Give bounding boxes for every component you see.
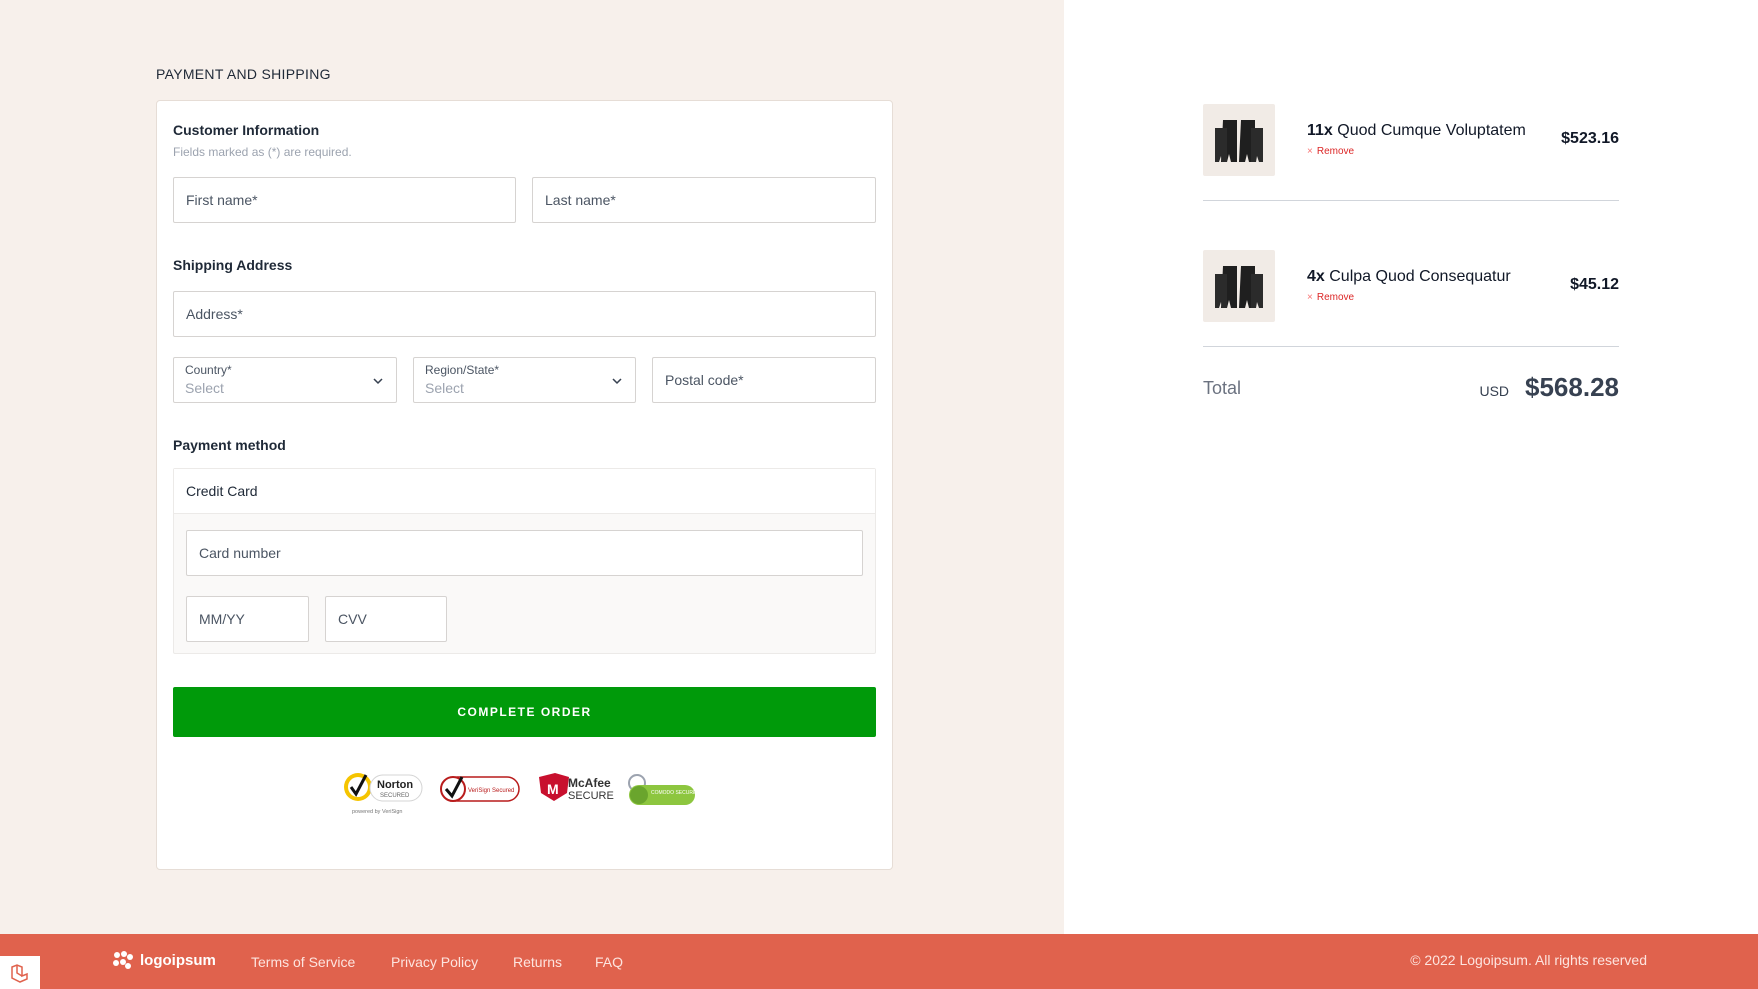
privacy-link[interactable]: Privacy Policy — [391, 954, 478, 970]
total-currency: USD — [1479, 383, 1510, 399]
verisign-badge-icon: VeriSign Secured — [440, 776, 520, 802]
remove-x-icon: × — [1307, 292, 1313, 303]
chevron-down-icon — [373, 378, 383, 385]
item-price: $523.16 — [1561, 130, 1619, 147]
checkout-form-pane: PAYMENT AND SHIPPING Customer Informatio… — [0, 0, 1064, 934]
region-value: Select — [425, 380, 464, 396]
country-label: Country* — [185, 363, 232, 377]
first-name-field[interactable]: First name* — [173, 177, 516, 223]
norton-label: Norton — [377, 779, 413, 791]
laravel-icon — [0, 956, 40, 989]
cvv-field[interactable]: CVV — [325, 596, 447, 642]
norton-sub: SECURED — [380, 793, 410, 799]
remove-x-icon: × — [1307, 146, 1313, 157]
remove-item-button[interactable]: × Remove — [1307, 146, 1354, 157]
item-quantity: 11x — [1307, 122, 1333, 139]
remove-item-button[interactable]: × Remove — [1307, 292, 1354, 303]
item-quantity: 4x — [1307, 268, 1325, 285]
customer-heading: Customer Information — [173, 122, 320, 138]
total-value: USD $568.28 — [1479, 372, 1619, 403]
total-label: Total — [1203, 378, 1242, 398]
region-label: Region/State* — [425, 363, 500, 377]
total-amount: $568.28 — [1525, 372, 1619, 402]
logoipsum-logo-icon — [113, 951, 133, 969]
mcafee-badge-icon: M McAfee SECURE — [539, 773, 614, 802]
logo-text: logoipsum — [140, 951, 216, 969]
last-name-field[interactable]: Last name* — [532, 177, 876, 223]
security-badges: Norton SECURED powered by VeriSign VeriS… — [344, 773, 697, 815]
postal-code-field[interactable]: Postal code* — [652, 357, 876, 403]
country-select[interactable]: Country* Select — [173, 357, 397, 403]
credit-card-option[interactable]: Credit Card — [174, 469, 875, 514]
section-title: PAYMENT AND SHIPPING — [156, 66, 331, 82]
mcafee-label: McAfee — [568, 776, 611, 790]
verisign-label: VeriSign Secured — [468, 788, 514, 794]
returns-link[interactable]: Returns — [513, 954, 562, 970]
footer-logo[interactable]: logoipsum — [112, 950, 216, 970]
item-title: Culpa Quod Consequatur — [1329, 268, 1511, 285]
faq-link[interactable]: FAQ — [595, 954, 623, 970]
norton-badge-icon: Norton SECURED powered by VeriSign — [344, 773, 423, 815]
copyright: © 2022 Logoipsum. All rights reserved — [1410, 952, 1647, 968]
svg-text:M: M — [547, 781, 559, 797]
item-price: $45.12 — [1570, 276, 1619, 293]
order-item: 4x Culpa Quod Consequatur × Remove $45.12 — [1203, 250, 1619, 322]
payment-method-box: Credit Card Card number MM/YY CVV — [173, 468, 876, 654]
region-select[interactable]: Region/State* Select — [413, 357, 636, 403]
comodo-label: COMODO SECURE — [651, 790, 697, 796]
country-value: Select — [185, 380, 224, 396]
required-hint: Fields marked as (*) are required. — [173, 145, 352, 159]
mcafee-sub: SECURE — [568, 790, 614, 802]
remove-label: Remove — [1316, 146, 1355, 157]
payment-heading: Payment method — [173, 437, 286, 453]
chevron-down-icon — [612, 378, 622, 385]
item-name: 11x Quod Cumque Voluptatem — [1307, 122, 1526, 140]
order-item: 11x Quod Cumque Voluptatem × Remove $523.… — [1203, 104, 1619, 176]
address-field[interactable]: Address* — [173, 291, 876, 337]
footer: logoipsum Terms of Service Privacy Polic… — [0, 934, 1758, 989]
shipping-heading: Shipping Address — [173, 257, 293, 273]
card-number-field[interactable]: Card number — [186, 530, 863, 576]
product-thumbnail — [1203, 104, 1275, 176]
terms-link[interactable]: Terms of Service — [251, 954, 355, 970]
order-summary-pane: 11x Quod Cumque Voluptatem × Remove $523.… — [1064, 0, 1758, 934]
remove-label: Remove — [1316, 292, 1355, 303]
complete-order-button[interactable]: COMPLETE ORDER — [173, 687, 876, 737]
product-thumbnail — [1203, 250, 1275, 322]
divider — [1203, 200, 1619, 201]
item-name: 4x Culpa Quod Consequatur — [1307, 268, 1511, 286]
divider — [1203, 346, 1619, 347]
comodo-badge-icon: COMODO SECURE — [628, 774, 697, 805]
expiry-field[interactable]: MM/YY — [186, 596, 309, 642]
norton-powered: powered by VeriSign — [352, 809, 402, 815]
checkout-card: Customer Information Fields marked as (*… — [156, 100, 893, 870]
item-title: Quod Cumque Voluptatem — [1337, 122, 1526, 139]
